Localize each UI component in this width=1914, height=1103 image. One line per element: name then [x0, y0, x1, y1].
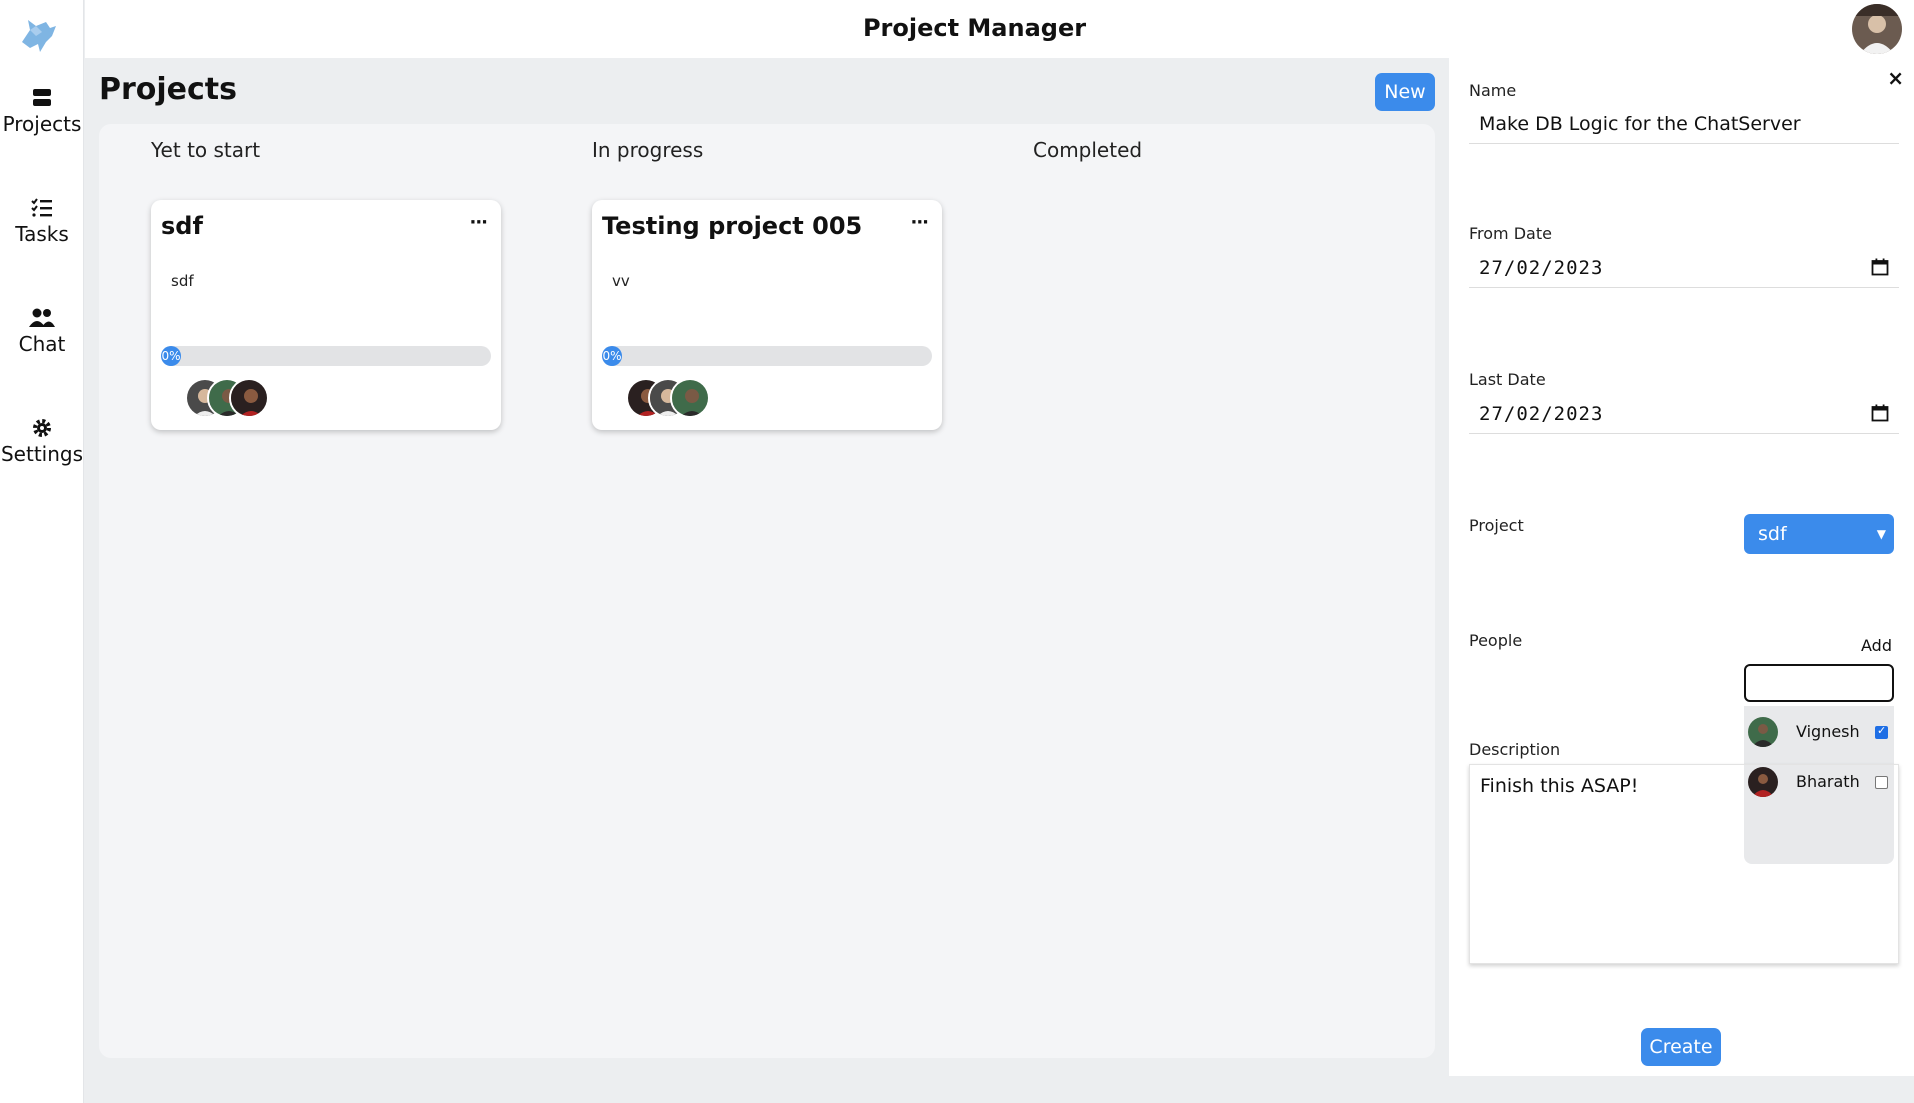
progress-bar: 0%	[161, 346, 491, 366]
last-date-label: Last Date	[1469, 370, 1546, 389]
people-search-input[interactable]	[1744, 664, 1894, 702]
page-title: Projects	[99, 72, 238, 107]
nav-projects[interactable]: Projects	[0, 86, 84, 136]
last-date-value: 27/02/2023	[1479, 403, 1604, 425]
column-completed: Completed	[1033, 138, 1143, 162]
avatar	[229, 378, 269, 418]
avatar	[1748, 717, 1778, 747]
project-card[interactable]: sdf ··· sdf 0%	[151, 200, 501, 430]
users-icon	[29, 308, 55, 327]
calendar-icon[interactable]	[1871, 258, 1889, 276]
card-title: sdf	[161, 212, 203, 240]
from-date-field[interactable]: 27/02/2023	[1469, 248, 1899, 288]
calendar-icon[interactable]	[1871, 404, 1889, 422]
server-icon	[33, 89, 51, 106]
card-description: sdf	[171, 272, 194, 290]
member-avatars	[185, 378, 305, 418]
nav-projects-label: Projects	[2, 112, 82, 136]
column-in-progress: In progress	[592, 138, 704, 162]
from-date-label: From Date	[1469, 224, 1552, 243]
nav-tasks[interactable]: Tasks	[0, 196, 84, 246]
progress-label: 0%	[161, 346, 181, 366]
gear-icon	[33, 419, 51, 437]
user-avatar[interactable]	[1852, 4, 1902, 54]
nav-chat[interactable]: Chat	[0, 306, 84, 356]
project-label: Project	[1469, 516, 1524, 535]
progress-bar: 0%	[602, 346, 932, 366]
task-form-panel: × Name Make DB Logic for the ChatServer …	[1449, 58, 1914, 1076]
nav-tasks-label: Tasks	[15, 222, 69, 246]
description-label: Description	[1469, 740, 1561, 759]
project-select-value: sdf	[1758, 523, 1787, 545]
nav-settings-label: Settings	[0, 442, 84, 466]
close-icon[interactable]: ×	[1887, 66, 1904, 90]
wolf-logo-icon[interactable]	[16, 12, 60, 56]
chevron-down-icon: ▼	[1876, 527, 1886, 541]
app-title: Project Manager	[862, 14, 1087, 42]
progress-label: 0%	[602, 346, 622, 366]
sidebar: Projects Tasks Chat Settings	[0, 0, 84, 1103]
card-title: Testing project 005	[602, 212, 863, 240]
from-date-value: 27/02/2023	[1479, 257, 1604, 279]
person-item-vignesh[interactable]: Vignesh	[1744, 712, 1894, 752]
list-icon	[31, 198, 52, 217]
new-project-button[interactable]: New	[1375, 73, 1435, 111]
nav-settings[interactable]: Settings	[0, 416, 84, 466]
card-description: vv	[612, 272, 630, 290]
project-select[interactable]: sdf ▼	[1744, 514, 1894, 554]
person-checkbox[interactable]	[1875, 724, 1888, 739]
last-date-field[interactable]: 27/02/2023	[1469, 394, 1899, 434]
column-yet-to-start: Yet to start	[151, 138, 261, 162]
project-card[interactable]: Testing project 005 ··· vv 0%	[592, 200, 942, 430]
create-button[interactable]: Create	[1641, 1028, 1721, 1066]
description-textarea[interactable]: Finish this ASAP!	[1469, 764, 1899, 964]
add-people-link[interactable]: Add	[1861, 636, 1892, 655]
more-options-icon[interactable]: ···	[469, 212, 487, 233]
top-header: Project Manager	[85, 0, 1914, 58]
kanban-board: Yet to start In progress Completed sdf ·…	[99, 124, 1435, 1058]
more-options-icon[interactable]: ···	[910, 212, 928, 233]
member-avatars	[626, 378, 746, 418]
nav-chat-label: Chat	[18, 332, 66, 356]
person-name: Vignesh	[1796, 722, 1860, 741]
avatar	[670, 378, 710, 418]
name-field[interactable]: Make DB Logic for the ChatServer	[1469, 104, 1899, 144]
people-label: People	[1469, 631, 1523, 650]
name-label: Name	[1469, 81, 1517, 100]
